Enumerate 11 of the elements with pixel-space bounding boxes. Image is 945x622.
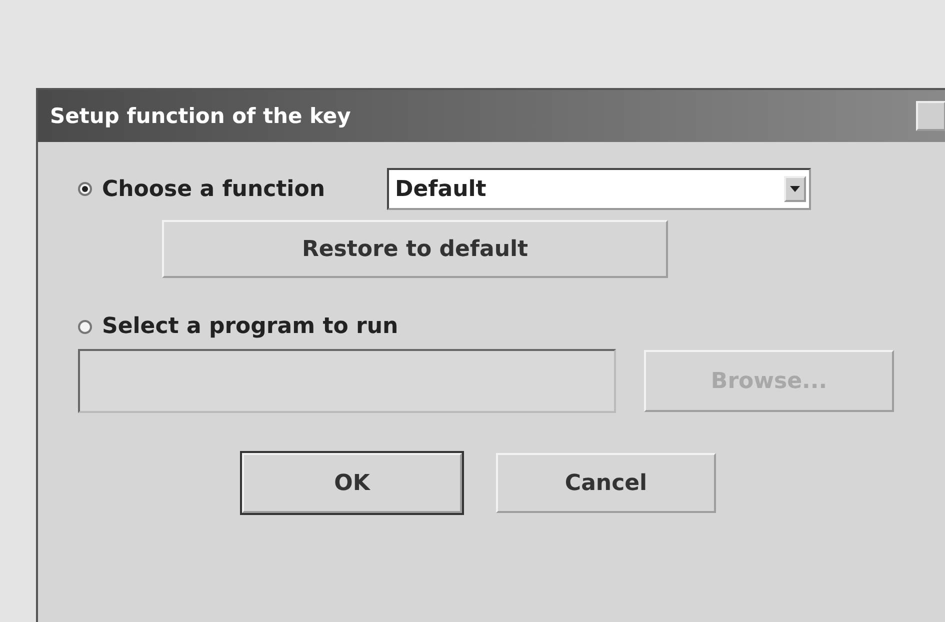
radio-label[interactable]: Select a program to run bbox=[102, 314, 398, 339]
radio-button[interactable] bbox=[78, 182, 92, 196]
radio-label[interactable]: Choose a function bbox=[102, 176, 325, 202]
restore-button[interactable]: Restore to default bbox=[162, 220, 668, 278]
radio-button[interactable] bbox=[78, 320, 92, 334]
dialog-button[interactable]: OK bbox=[242, 453, 462, 513]
close-button[interactable] bbox=[916, 101, 945, 131]
caret-icon bbox=[784, 176, 806, 202]
dialog-button[interactable]: Cancel bbox=[496, 453, 716, 513]
window-title: Setup function of the key bbox=[50, 104, 351, 128]
function-dropdown[interactable]: Default bbox=[387, 168, 811, 210]
